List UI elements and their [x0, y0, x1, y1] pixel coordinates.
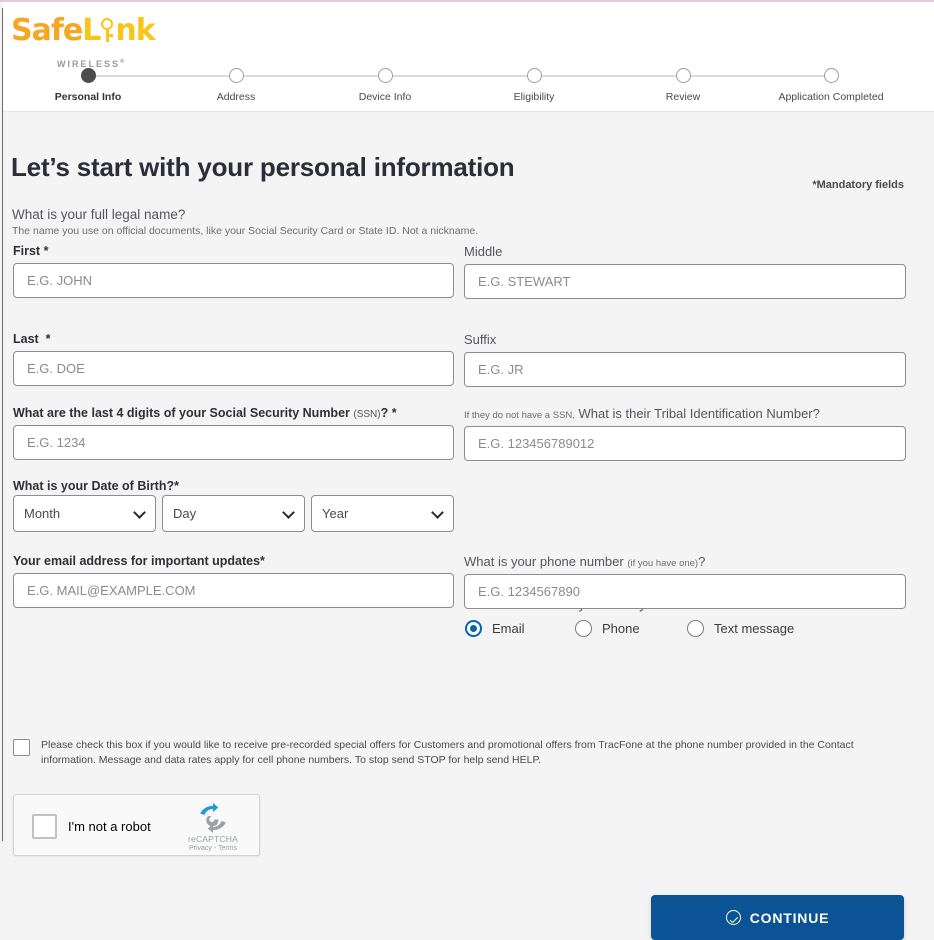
- full-name-hint: The name you use on official documents, …: [12, 225, 479, 237]
- continue-button[interactable]: CONTINUE: [651, 895, 904, 940]
- tribal-id-label-small: If they do not have a SSN,: [464, 410, 575, 421]
- email-input[interactable]: [13, 573, 454, 608]
- radio-dot-icon: [575, 620, 592, 637]
- radio-text-message-label: Text message: [714, 621, 795, 636]
- radio-dot-icon: [465, 620, 482, 637]
- tribal-id-label: If they do not have a SSN, What is their…: [464, 406, 906, 421]
- last-name-input[interactable]: [13, 351, 454, 386]
- step-review[interactable]: Review: [603, 62, 763, 103]
- step-dot: [823, 68, 839, 83]
- first-name-label-text: First: [13, 244, 41, 258]
- recaptcha-label: I'm not a robot: [68, 819, 151, 834]
- logo-text-nk: nk: [115, 13, 155, 48]
- recaptcha-brand: reCAPTCHA: [188, 834, 238, 844]
- field-last-name: Last *: [13, 332, 454, 386]
- step-label: Eligibility: [513, 91, 555, 103]
- ssn-label-text: What are the last 4 digits of your Socia…: [13, 406, 350, 420]
- phone-label-tail: ?: [698, 554, 706, 569]
- field-tribal-id: If they do not have a SSN, What is their…: [464, 406, 906, 461]
- tribal-id-label-text: What is their Tribal Identification Numb…: [578, 406, 820, 421]
- suffix-label: Suffix: [464, 332, 497, 347]
- step-dot: [526, 68, 542, 83]
- key-icon: [100, 17, 115, 43]
- safelink-logo[interactable]: SafeL nk WIRELESS®: [11, 16, 161, 70]
- progress-stepper: Personal Info Address Device Info Eligib…: [3, 62, 934, 107]
- ssn-label-paren: (SSN): [353, 409, 381, 420]
- field-suffix: Suffix: [464, 332, 906, 387]
- check-circle-icon: [725, 910, 741, 925]
- field-middle-name: Middle: [464, 244, 906, 299]
- radio-email-label: Email: [492, 621, 525, 636]
- dob-year-wrap: Year: [311, 495, 454, 532]
- dob-month-select[interactable]: Month: [13, 495, 156, 532]
- dob-month-wrap: Month: [13, 495, 156, 532]
- phone-label: What is your phone number (if you have o…: [464, 554, 906, 569]
- phone-label-text: What is your phone number: [464, 554, 624, 569]
- site-header: SafeL nk WIRELESS® Personal Info Address …: [3, 2, 934, 112]
- promotional-consent-text: Please check this box if you would like …: [41, 739, 854, 766]
- step-application-completed[interactable]: Application Completed: [751, 62, 911, 103]
- step-dot: [228, 68, 244, 83]
- continue-button-label: CONTINUE: [749, 909, 830, 926]
- step-label: Personal Info: [54, 91, 122, 103]
- promotional-consent-checkbox[interactable]: [13, 739, 30, 756]
- field-phone: What is your phone number (if you have o…: [464, 554, 906, 609]
- radio-text-message[interactable]: Text message: [687, 620, 794, 637]
- recaptcha-logo: reCAPTCHA Privacy - Terms: [183, 803, 243, 852]
- logo-text-safe: Safe: [11, 13, 83, 48]
- dob-day-select[interactable]: Day: [162, 495, 305, 532]
- dob-label-text: What is your Date of Birth?: [13, 479, 175, 493]
- step-address[interactable]: Address: [156, 62, 316, 103]
- logo-text-l: L: [82, 13, 101, 48]
- radio-dot-icon: [687, 620, 704, 637]
- phone-label-small: (if you have one): [627, 558, 699, 569]
- recaptcha-links[interactable]: Privacy - Terms: [183, 845, 243, 852]
- ssn-label-tail: ?: [380, 406, 389, 420]
- radio-phone-label: Phone: [602, 621, 640, 636]
- ssn-label: What are the last 4 digits of your Socia…: [13, 406, 454, 420]
- required-asterisk: *: [174, 479, 179, 493]
- phone-input[interactable]: [464, 574, 906, 609]
- step-label: Device Info: [358, 91, 412, 103]
- logo-wordmark: SafeL nk: [11, 16, 161, 46]
- suffix-input[interactable]: [464, 352, 906, 387]
- radio-phone[interactable]: Phone: [575, 620, 640, 637]
- recaptcha-arrows-icon: [200, 803, 226, 833]
- required-asterisk: *: [45, 332, 51, 346]
- tribal-id-input[interactable]: [464, 426, 906, 461]
- step-dot: [80, 68, 96, 83]
- email-label: Your email address for important updates…: [13, 554, 265, 568]
- dob-label: What is your Date of Birth?*: [13, 479, 179, 493]
- mandatory-fields-note: *Mandatory fields: [812, 179, 904, 191]
- required-asterisk: *: [43, 244, 49, 258]
- last-name-label: Last *: [13, 332, 454, 346]
- recaptcha-widget[interactable]: I'm not a robot reCAPTCHA Privacy - Term…: [13, 794, 260, 856]
- page-title: Let’s start with your personal informati…: [11, 152, 515, 183]
- step-dot: [675, 68, 691, 83]
- full-name-question: What is your full legal name?: [12, 207, 186, 222]
- middle-name-input[interactable]: [464, 264, 906, 299]
- radio-email[interactable]: Email: [465, 620, 525, 637]
- middle-name-label: Middle: [464, 244, 503, 259]
- step-label: Application Completed: [778, 91, 884, 103]
- step-label: Review: [665, 91, 701, 103]
- step-eligibility[interactable]: Eligibility: [454, 62, 614, 103]
- field-first-name: First *: [13, 244, 454, 298]
- ssn-input[interactable]: [13, 425, 454, 460]
- recaptcha-checkbox[interactable]: [32, 814, 57, 839]
- step-label: Address: [216, 91, 256, 103]
- step-personal-info[interactable]: Personal Info: [8, 62, 168, 103]
- main-form: Let’s start with your personal informati…: [3, 113, 934, 940]
- first-name-input[interactable]: [13, 263, 454, 298]
- step-device-info[interactable]: Device Info: [305, 62, 465, 103]
- dob-day-wrap: Day: [162, 495, 305, 532]
- field-email: Your email address for important updates…: [13, 554, 454, 608]
- last-name-label-text: Last: [13, 332, 39, 346]
- dob-year-select[interactable]: Year: [311, 495, 454, 532]
- first-name-label: First *: [13, 244, 454, 258]
- step-dot: [377, 68, 393, 83]
- field-ssn-last4: What are the last 4 digits of your Socia…: [13, 406, 454, 460]
- required-asterisk: *: [391, 406, 397, 420]
